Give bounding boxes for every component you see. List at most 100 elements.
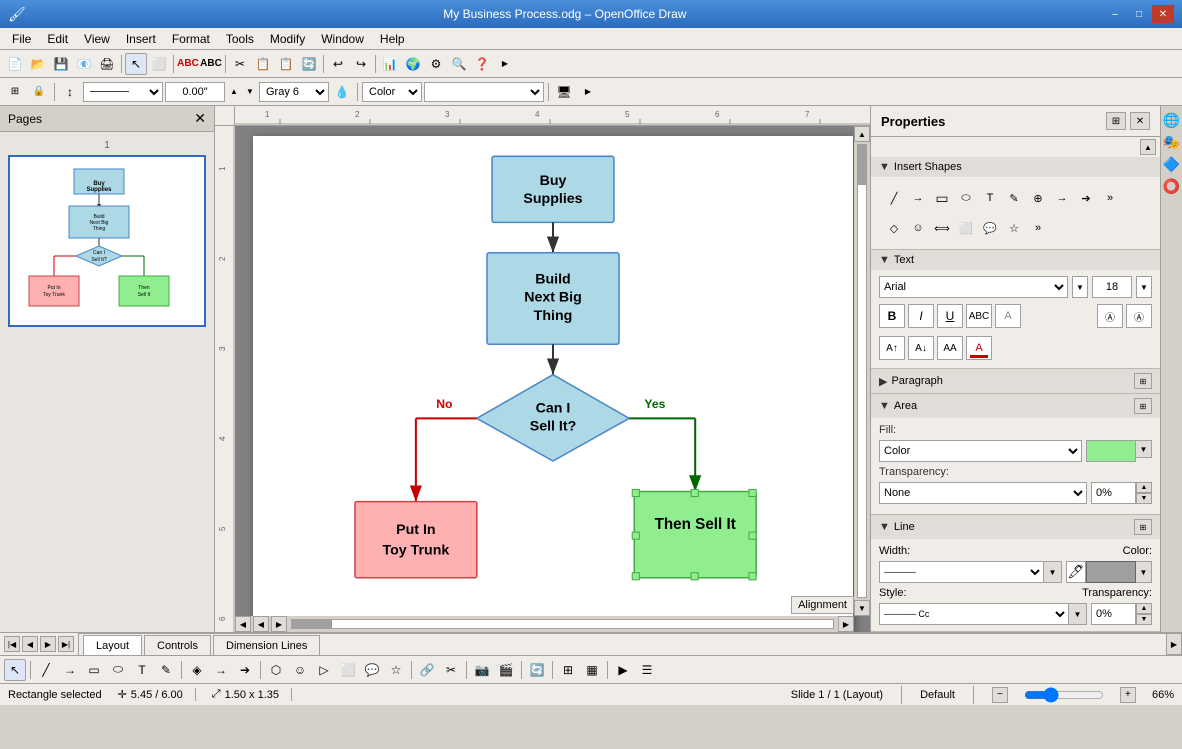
save-btn[interactable]: 💾 bbox=[50, 53, 72, 75]
zoom-slider[interactable] bbox=[1024, 690, 1104, 700]
line-expand-btn[interactable]: ⊞ bbox=[1134, 519, 1152, 535]
tool-ellipse[interactable]: ⬭ bbox=[955, 187, 977, 209]
tool-rect[interactable]: ▭ bbox=[931, 187, 953, 209]
line-width-input[interactable]: 0.00" bbox=[165, 82, 225, 102]
draw-callout-btn[interactable]: 💬 bbox=[361, 659, 383, 681]
draw-connector-btn[interactable]: → bbox=[210, 659, 232, 681]
font-expand-btn[interactable]: ▼ bbox=[1072, 276, 1088, 298]
close-button[interactable]: ✕ bbox=[1152, 5, 1174, 23]
tool-line[interactable]: ╱ bbox=[883, 187, 905, 209]
tab-last-btn[interactable]: ▶| bbox=[58, 636, 74, 652]
tool-more1[interactable]: » bbox=[1099, 187, 1121, 209]
tool-diamond[interactable]: ◇ bbox=[883, 217, 905, 239]
draw-basic-shapes-btn[interactable]: ⬡ bbox=[265, 659, 287, 681]
font-family-select[interactable]: Arial bbox=[879, 276, 1068, 298]
line-width-dropdown[interactable]: ▼ bbox=[1044, 561, 1062, 583]
arrange-btn[interactable]: ↕ bbox=[59, 81, 81, 103]
line-trans-up[interactable]: ▲ bbox=[1136, 603, 1152, 614]
tool-callout[interactable]: ✎ bbox=[1003, 187, 1025, 209]
italic-btn[interactable]: I bbox=[908, 304, 934, 328]
trans-up-btn[interactable]: ▲ bbox=[1136, 482, 1152, 493]
menu-insert[interactable]: Insert bbox=[118, 30, 164, 48]
tool-arrow2[interactable]: ➔ bbox=[1075, 187, 1097, 209]
tab-dimension-lines[interactable]: Dimension Lines bbox=[213, 635, 320, 655]
transparency-value-input[interactable] bbox=[1091, 482, 1136, 504]
minimize-button[interactable]: – bbox=[1104, 5, 1126, 23]
shadow-select[interactable] bbox=[424, 82, 544, 102]
redo-btn[interactable]: ↪ bbox=[350, 53, 372, 75]
fill-color-dropdown[interactable]: ▼ bbox=[1136, 440, 1152, 458]
open-btn[interactable]: 📂 bbox=[27, 53, 49, 75]
tool-more2[interactable]: » bbox=[1027, 217, 1049, 239]
autocorrect-btn[interactable]: ABC bbox=[200, 53, 222, 75]
globe-btn[interactable]: 🌍 bbox=[402, 53, 424, 75]
toolbar2-expand[interactable]: ▶ bbox=[577, 81, 599, 103]
zoom-out-btn[interactable]: − bbox=[992, 687, 1008, 703]
insert-shapes-header[interactable]: ▼ Insert Shapes bbox=[871, 157, 1160, 177]
line-header[interactable]: ▼ Line ⊞ bbox=[871, 515, 1160, 539]
transparency-type-select[interactable]: None bbox=[879, 482, 1087, 504]
draw-flowchart-btn[interactable]: ⬜ bbox=[337, 659, 359, 681]
spell-btn[interactable]: ABC bbox=[177, 53, 199, 75]
strikethrough-btn[interactable]: ABC bbox=[966, 304, 992, 328]
new-btn[interactable]: 📄 bbox=[4, 53, 26, 75]
pages-close-btn[interactable]: ✕ bbox=[194, 110, 206, 127]
line-trans-input[interactable] bbox=[1091, 603, 1136, 625]
tab-next-btn[interactable]: ▶ bbox=[40, 636, 56, 652]
copy-btn[interactable]: 📋 bbox=[252, 53, 274, 75]
tool-cloud[interactable]: 💬 bbox=[979, 217, 1001, 239]
draw-freehand-btn[interactable]: ✎ bbox=[155, 659, 177, 681]
select-btn[interactable]: ↖ bbox=[125, 53, 147, 75]
tool-double-arrow[interactable]: ⟺ bbox=[931, 217, 953, 239]
bold-btn[interactable]: B bbox=[879, 304, 905, 328]
draw-curves-btn[interactable]: ◈ bbox=[186, 659, 208, 681]
menu-modify[interactable]: Modify bbox=[262, 30, 313, 48]
draw-ellipse-btn[interactable]: ⬭ bbox=[107, 659, 129, 681]
help-btn[interactable]: ❓ bbox=[471, 53, 493, 75]
color-mode-select[interactable]: Color bbox=[362, 82, 422, 102]
navigator-btn[interactable]: 🔍 bbox=[448, 53, 470, 75]
print-btn[interactable]: 🖨 bbox=[96, 53, 118, 75]
trans-down-btn[interactable]: ▼ bbox=[1136, 493, 1152, 504]
props-scroll-up[interactable]: ▲ bbox=[871, 137, 1160, 157]
canvas-area[interactable]: 1 2 3 4 5 6 7 8 1 2 bbox=[215, 106, 870, 632]
scrollbar-right[interactable]: ▲ ▼ bbox=[854, 126, 870, 616]
draw-rotate-btn[interactable]: 🔄 bbox=[526, 659, 548, 681]
menu-help[interactable]: Help bbox=[372, 30, 413, 48]
scroll-down-btn[interactable]: ▼ bbox=[854, 600, 870, 616]
color-select[interactable]: Gray 6 bbox=[259, 82, 329, 102]
tab-first-btn[interactable]: |◀ bbox=[4, 636, 20, 652]
menu-view[interactable]: View bbox=[76, 30, 118, 48]
text-style-btn2[interactable]: Ⓐ bbox=[1126, 304, 1152, 328]
text-style-btn1[interactable]: Ⓐ bbox=[1097, 304, 1123, 328]
tab-prev-btn[interactable]: ◀ bbox=[22, 636, 38, 652]
para-expand-btn[interactable]: ⊞ bbox=[1134, 373, 1152, 389]
gallery-btn[interactable]: ⚙ bbox=[425, 53, 447, 75]
area-expand-btn[interactable]: ⊞ bbox=[1134, 398, 1152, 414]
tab-order-btn[interactable]: ⬜ bbox=[148, 53, 170, 75]
select-tool-btn[interactable]: ↖ bbox=[4, 659, 26, 681]
chart-btn[interactable]: 📊 bbox=[379, 53, 401, 75]
scroll-left-btn[interactable]: ◀ bbox=[235, 616, 251, 632]
fill-type-select[interactable]: Color bbox=[879, 440, 1082, 462]
props-scroll-up-btn[interactable]: ▲ bbox=[1140, 139, 1156, 155]
cut-btn[interactable]: ✂ bbox=[229, 53, 251, 75]
eyedropper-btn[interactable]: 💧 bbox=[331, 81, 353, 103]
undo-btn[interactable]: ↩ bbox=[327, 53, 349, 75]
draw-insert-image-btn[interactable]: 📷 bbox=[471, 659, 493, 681]
font-size-input[interactable]: 18 bbox=[1092, 276, 1132, 298]
snap-btn[interactable]: 🔒 bbox=[28, 81, 50, 103]
scroll-track-h[interactable] bbox=[291, 619, 834, 629]
draw-text-btn[interactable]: T bbox=[131, 659, 153, 681]
decrease-size-btn[interactable]: A↓ bbox=[908, 336, 934, 360]
right-tb-btn3[interactable]: 🔷 bbox=[1162, 154, 1182, 174]
draw-glue-btn[interactable]: ✂ bbox=[440, 659, 462, 681]
scroll-next-page[interactable]: ▶ bbox=[271, 616, 287, 632]
page-thumbnail[interactable]: Buy Supplies Build Next Big Thing bbox=[8, 155, 206, 327]
scroll-right-btn[interactable]: ▶ bbox=[838, 616, 854, 632]
paste-btn[interactable]: 📋 bbox=[275, 53, 297, 75]
tool-flowchart[interactable]: ⬜ bbox=[955, 217, 977, 239]
draw-insert-movie-btn[interactable]: 🎬 bbox=[495, 659, 517, 681]
line-style-select2[interactable]: ───── Cc bbox=[879, 603, 1069, 625]
line-trans-down[interactable]: ▼ bbox=[1136, 614, 1152, 625]
